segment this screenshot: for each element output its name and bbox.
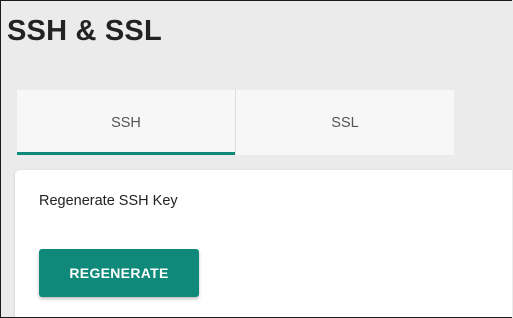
page-title: SSH & SSL xyxy=(7,15,162,47)
tab-ssl[interactable]: SSL xyxy=(236,90,454,155)
app-frame: SSH & SSL SSH SSL Regenerate SSH Key REG… xyxy=(0,0,512,318)
regenerate-ssh-key-label: Regenerate SSH Key xyxy=(39,193,178,209)
regenerate-button[interactable]: REGENERATE xyxy=(39,249,199,297)
tab-ssh[interactable]: SSH xyxy=(17,90,235,155)
tab-bar: SSH SSL xyxy=(17,90,454,155)
ssh-key-card: Regenerate SSH Key REGENERATE xyxy=(15,170,512,317)
